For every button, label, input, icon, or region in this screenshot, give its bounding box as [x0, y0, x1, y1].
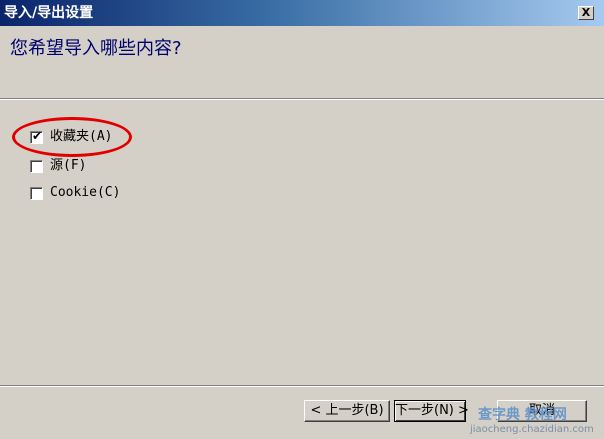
red-highlight-circle: [12, 117, 132, 157]
close-button[interactable]: X: [578, 6, 594, 20]
window-title: 导入/导出设置: [4, 5, 94, 21]
page-question: 您希望导入哪些内容?: [10, 38, 182, 59]
footer-divider: [0, 385, 604, 387]
wizard-header: 您希望导入哪些内容?: [0, 26, 604, 98]
header-divider: [0, 98, 604, 100]
option-cookies[interactable]: Cookie(C): [30, 185, 120, 201]
watermark-brand: 查字典 教程网: [478, 407, 567, 423]
back-button[interactable]: < 上一步(B): [304, 400, 390, 422]
cookies-checkbox[interactable]: [30, 186, 43, 200]
cookies-label: Cookie(C): [50, 185, 121, 200]
watermark-url: jiaocheng.chazidian.com: [470, 424, 594, 435]
close-icon: X: [581, 6, 591, 19]
next-button[interactable]: 下一步(N) >: [394, 400, 469, 422]
title-bar: 导入/导出设置 X: [0, 0, 604, 26]
feeds-label: 源(F): [50, 158, 87, 173]
feeds-checkbox[interactable]: [30, 159, 43, 173]
import-export-dialog: 导入/导出设置 X 您希望导入哪些内容? ✔ 收藏夹(A) 源(F) Cooki…: [0, 0, 604, 439]
option-feeds[interactable]: 源(F): [30, 158, 86, 174]
